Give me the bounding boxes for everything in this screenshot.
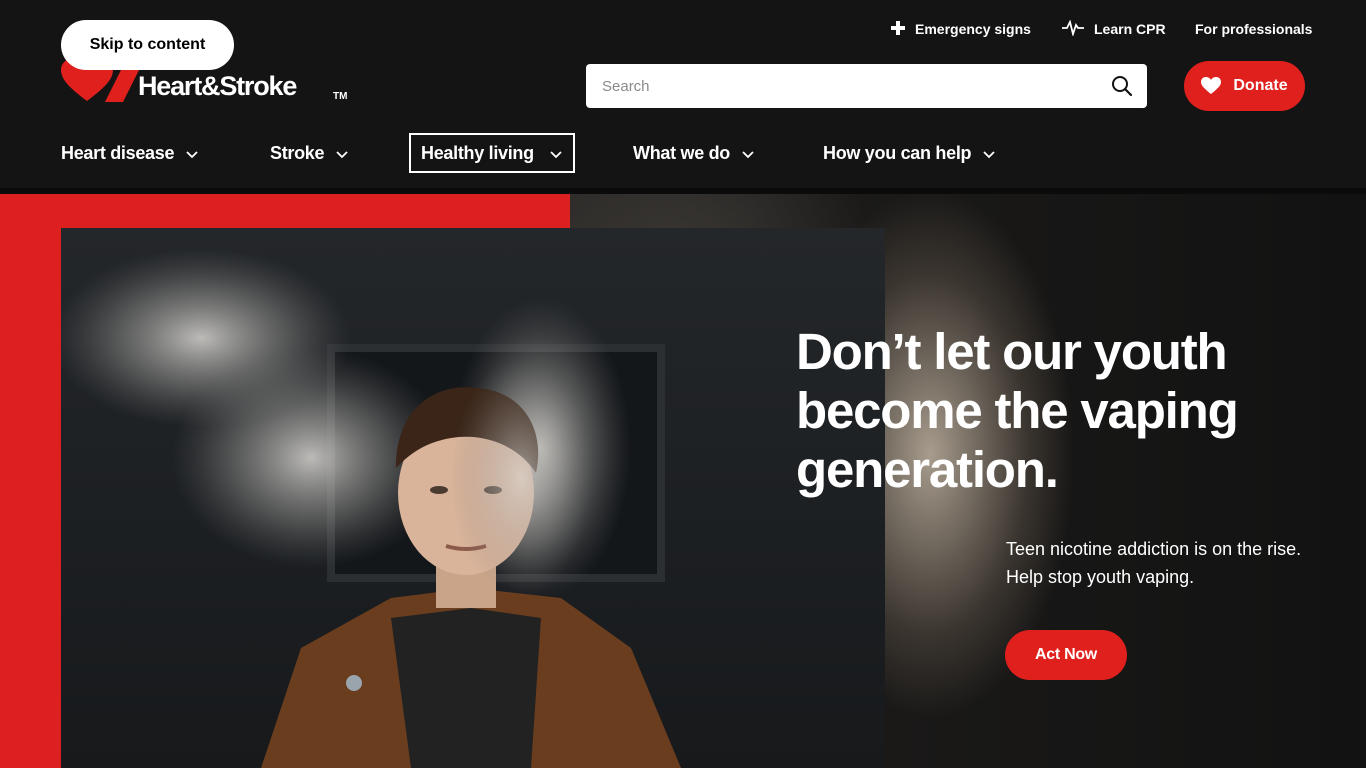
chevron-down-icon [983,143,995,164]
act-now-button[interactable]: Act Now [1005,630,1127,680]
hero-photo-teen-vaping [61,228,885,768]
nav-item-label: How you can help [823,142,972,163]
nav-item-label: What we do [633,142,730,163]
emergency-signs-link[interactable]: Emergency signs [891,18,1031,40]
hero-subtext-line-2: Help stop youth vaping. [1006,567,1195,587]
emergency-signs-label: Emergency signs [915,21,1031,37]
site-header: Skip to content Heart&Stroke TM Emergenc… [0,0,1366,190]
chevron-down-icon [336,143,348,164]
learn-cpr-label: Learn CPR [1094,21,1166,37]
nav-item-label: Stroke [270,142,325,163]
donate-label: Donate [1233,77,1288,94]
chevron-down-icon [550,143,562,164]
logo-wordmark: Heart&Stroke [138,71,297,101]
chevron-down-icon [742,143,754,164]
hero-subtext-line-1: Teen nicotine addiction is on the rise. [1006,539,1302,559]
nav-item-stroke[interactable]: Stroke [270,133,348,173]
donate-button[interactable]: Donate [1184,61,1305,111]
hero-banner: Don’t let our youth become the vaping ge… [0,194,1366,768]
learn-cpr-link[interactable]: Learn CPR [1062,18,1166,40]
hero-headline: Don’t let our youth become the vaping ge… [796,323,1239,498]
heartbeat-icon [1062,18,1084,39]
nav-item-heart-disease[interactable]: Heart disease [61,133,198,173]
logo-trademark: TM [333,91,348,102]
nav-item-healthy-living[interactable]: Healthy living [409,133,575,173]
chevron-down-icon [186,143,198,164]
search-input[interactable] [586,64,1096,108]
heart-icon [1201,77,1222,94]
nav-item-what-we-do[interactable]: What we do [633,133,754,173]
search-bar [586,64,1147,108]
nav-item-label: Healthy living [421,142,534,163]
skip-to-content-link[interactable]: Skip to content [61,20,234,70]
hero-subtext: Teen nicotine addiction is on the rise. … [1006,535,1346,591]
nav-item-how-you-can-help[interactable]: How you can help [823,133,995,173]
plus-cross-icon [891,20,905,38]
search-icon[interactable] [1111,75,1133,97]
nav-item-label: Heart disease [61,142,175,163]
for-professionals-link[interactable]: For professionals [1195,18,1312,40]
